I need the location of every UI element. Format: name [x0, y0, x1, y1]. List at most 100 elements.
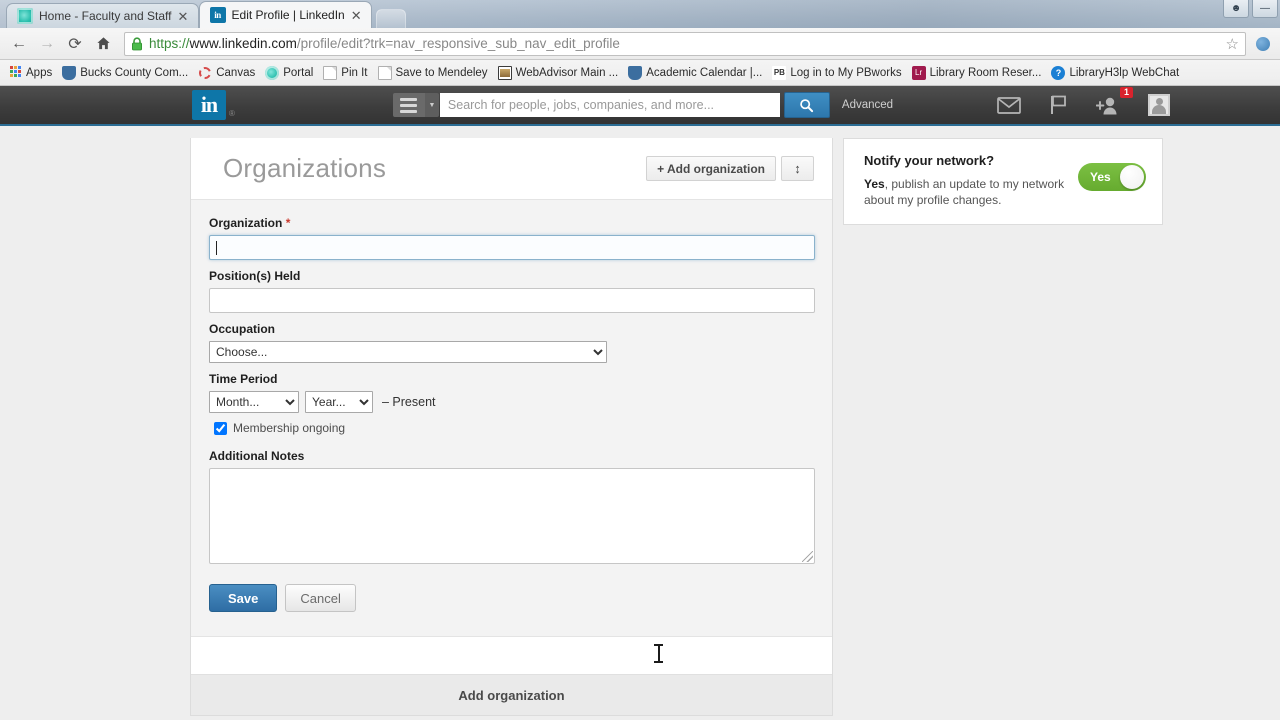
minimize-icon[interactable]: — [1252, 0, 1278, 18]
bookmark-academic-calendar[interactable]: Academic Calendar |... [624, 64, 768, 82]
advanced-search-link[interactable]: Advanced [842, 99, 893, 111]
bookmark-log-in-to-my-pbworks[interactable]: PB Log in to My PBworks [768, 64, 907, 82]
reload-button[interactable]: ⟳ [62, 31, 88, 57]
organization-input[interactable] [209, 235, 815, 260]
membership-ongoing-row: Membership ongoing [209, 421, 814, 435]
messages-envelope-icon[interactable] [997, 96, 1021, 114]
positions-held-input[interactable] [209, 288, 815, 313]
tab-title: Home - Faculty and Staff [39, 9, 172, 23]
page-icon [323, 65, 338, 80]
address-bar[interactable]: https://www.linkedin.com/profile/edit?tr… [124, 31, 1246, 56]
url-host: www.linkedin.com [189, 36, 297, 51]
notify-network-text: Notify your network? Yes, publish an upd… [864, 153, 1078, 208]
notify-network-toggle[interactable]: Yes [1078, 163, 1146, 191]
canvas-ring-icon [198, 66, 212, 80]
bookmark-label: WebAdvisor Main ... [515, 66, 619, 79]
field-time-period: Time Period Month... Year... – Present M… [209, 372, 814, 435]
positions-held-label: Position(s) Held [209, 269, 301, 283]
bookmark-label: Library Room Reser... [929, 66, 1042, 79]
bookmark-label: Log in to My PBworks [790, 66, 902, 79]
footer-add-organization-button[interactable]: Add organization [191, 675, 832, 715]
pbworks-icon: PB [772, 65, 787, 80]
avatar [1148, 94, 1170, 116]
extension-icon[interactable] [1252, 33, 1274, 55]
toggle-label: Yes [1090, 170, 1111, 184]
new-tab-button[interactable] [375, 9, 406, 28]
additional-notes-textarea[interactable] [209, 468, 815, 564]
tab-close-icon[interactable]: ✕ [351, 9, 363, 22]
browser-tab-home-faculty-and-staff[interactable]: Home - Faculty and Staff ✕ [6, 3, 199, 28]
home-button[interactable] [90, 31, 116, 57]
tab-close-icon[interactable]: ✕ [178, 10, 190, 23]
toggle-knob [1120, 165, 1144, 189]
bookmark-save-to-mendeley[interactable]: Save to Mendeley [374, 64, 494, 82]
bookmark-label: Pin It [341, 66, 368, 79]
bookmark-label: LibraryH3lp WebChat [1069, 66, 1180, 79]
address-bar-url: https://www.linkedin.com/profile/edit?tr… [149, 36, 1222, 51]
bookmark-label: Academic Calendar |... [646, 66, 763, 79]
back-button[interactable]: ← [6, 31, 32, 57]
search-category-menu-icon[interactable] [392, 93, 425, 117]
bookmark-apps[interactable]: Apps [4, 64, 58, 82]
tab-strip: Home - Faculty and Staff ✕ in Edit Profi… [0, 0, 1280, 28]
search-icon [800, 98, 814, 112]
bookmark-label: Apps [26, 66, 53, 79]
notify-network-description-rest: , publish an update to my network about … [864, 177, 1065, 208]
shield-icon [62, 65, 77, 80]
notifications-flag-icon[interactable] [1049, 95, 1068, 115]
bookmark-star-icon[interactable]: ☆ [1226, 35, 1239, 53]
teal-circle-icon [17, 8, 33, 24]
page-body: Organizations + Add organization ↕ Organ… [0, 126, 1280, 716]
search-input[interactable]: Search for people, jobs, companies, and … [439, 93, 780, 117]
bookmark-bucks-county-com[interactable]: Bucks County Com... [58, 64, 194, 82]
bookmark-label: Save to Mendeley [395, 66, 488, 79]
add-connection-icon[interactable]: 1 [1096, 86, 1133, 115]
add-organization-button[interactable]: + Add organization [646, 156, 776, 181]
save-button[interactable]: Save [209, 584, 278, 612]
bookmark-label: Bucks County Com... [80, 66, 189, 79]
portal-circle-icon [265, 65, 280, 80]
bookmark-label: Canvas [216, 66, 256, 79]
reorder-icon[interactable]: ↕ [781, 156, 814, 181]
resize-handle-icon[interactable] [802, 551, 813, 562]
window-controls: ☻ — [1223, 0, 1278, 18]
bookmark-portal[interactable]: Portal [261, 64, 319, 82]
browser-tab-edit-profile-linkedin[interactable]: in Edit Profile | LinkedIn ✕ [198, 1, 372, 28]
membership-ongoing-label[interactable]: Membership ongoing [233, 421, 345, 435]
organization-label-text: Organization [209, 216, 283, 230]
page-title: Organizations [223, 153, 387, 183]
tab-title: Edit Profile | LinkedIn [231, 8, 345, 22]
field-positions-held: Position(s) Held [209, 269, 815, 313]
occupation-select[interactable]: Choose... [209, 341, 607, 363]
bookmark-pin-it[interactable]: Pin It [319, 64, 373, 82]
notify-network-card: Notify your network? Yes, publish an upd… [843, 138, 1163, 226]
search-button[interactable] [783, 92, 830, 118]
occupation-label: Occupation [209, 322, 276, 336]
year-select[interactable]: Year... [305, 391, 373, 413]
required-marker: * [285, 216, 291, 230]
linkedin-logo[interactable]: in [192, 90, 226, 120]
webadvisor-icon [497, 65, 512, 80]
notification-badge: 1 [1119, 86, 1133, 99]
time-period-label: Time Period [209, 372, 278, 386]
membership-ongoing-checkbox[interactable] [214, 421, 227, 435]
chevron-down-icon[interactable]: ▼ [424, 93, 439, 117]
right-rail: Notify your network? Yes, publish an upd… [843, 138, 1163, 716]
url-scheme: https:// [149, 36, 190, 51]
shield-icon [628, 65, 643, 80]
bookmark-library-room-reser[interactable]: Lr Library Room Reser... [908, 64, 1048, 82]
card-spacer [191, 637, 832, 675]
forward-button[interactable]: → [34, 31, 60, 57]
linkedin-global-nav: in ® ▼ Search for people, jobs, companie… [0, 86, 1280, 126]
bookmark-canvas[interactable]: Canvas [194, 64, 261, 82]
form-actions: Save Cancel [209, 584, 814, 612]
cancel-button[interactable]: Cancel [285, 584, 356, 612]
linkedin-icon: in [209, 7, 226, 23]
profile-avatar-icon[interactable] [1148, 94, 1170, 116]
bookmark-webadvisor-main[interactable]: WebAdvisor Main ... [494, 64, 625, 82]
field-additional-notes: Additional Notes [209, 449, 815, 564]
bookmark-libraryh3lp-webchat[interactable]: ? LibraryH3lp WebChat [1047, 64, 1185, 82]
month-select[interactable]: Month... [209, 391, 299, 413]
field-organization: Organization * [209, 216, 815, 260]
user-icon[interactable]: ☻ [1223, 0, 1249, 18]
